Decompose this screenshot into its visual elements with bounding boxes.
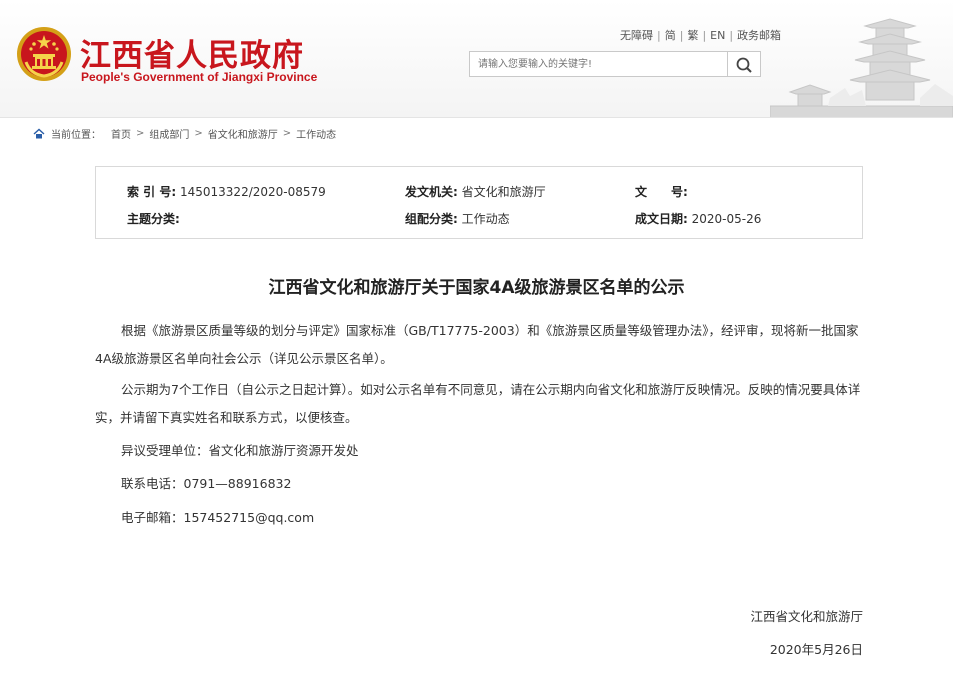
topic-category: 主题分类:: [127, 210, 180, 227]
breadcrumb-departments[interactable]: 组成部门: [149, 126, 189, 141]
national-emblem-icon[interactable]: [16, 26, 72, 82]
signature-date: 2020年5月26日: [769, 642, 863, 657]
contact-email: 电子邮箱：157452715@qq.com: [121, 510, 315, 525]
breadcrumb: 当前位置： 首页 > 组成部门 > 省文化和旅游厅 > 工作动态: [33, 126, 336, 141]
article-paragraph-2: 公示期为7个工作日（自公示之日起计算）。如对公示名单有不同意见，请在公示期内向省…: [95, 382, 861, 425]
index-number: 索 引 号: 145013322/2020-08579: [127, 183, 326, 200]
breadcrumb-home[interactable]: 首页: [111, 126, 131, 141]
topic-category-key: 主题分类:: [127, 212, 180, 226]
document-date: 成文日期: 2020-05-26: [635, 210, 761, 227]
issuing-authority-value: 省文化和旅游厅: [461, 185, 546, 199]
search-icon: [736, 57, 752, 73]
article-paragraph-1: 根据《旅游景区质量等级的划分与评定》国家标准（GB/T17775-2003）和《…: [95, 323, 859, 366]
signature-organization: 江西省文化和旅游厅: [750, 609, 863, 624]
objection-unit: 异议受理单位：省文化和旅游厅资源开发处: [121, 443, 359, 458]
group-category-value: 工作动态: [461, 212, 510, 226]
group-category-key: 组配分类:: [405, 212, 458, 226]
document-date-value: 2020-05-26: [691, 212, 762, 226]
breadcrumb-separator: >: [282, 128, 292, 139]
breadcrumb-label: 当前位置：: [51, 130, 101, 141]
contact-phone: 联系电话：0791—88916832: [121, 476, 292, 491]
search-button[interactable]: [728, 51, 761, 77]
breadcrumb-work-news[interactable]: 工作动态: [296, 126, 336, 141]
traditional-chinese-link[interactable]: 繁: [687, 29, 698, 42]
site-header: 江西省人民政府 People's Government of Jiangxi P…: [0, 0, 953, 118]
search-input[interactable]: [469, 51, 728, 77]
breadcrumb-culture-tourism[interactable]: 省文化和旅游厅: [208, 126, 278, 141]
group-category: 组配分类: 工作动态: [405, 210, 510, 227]
site-title[interactable]: 江西省人民政府: [80, 30, 304, 75]
document-number: 文 号:: [635, 183, 688, 200]
breadcrumb-separator: >: [136, 128, 145, 139]
document-date-key: 成文日期:: [635, 212, 688, 226]
simplified-chinese-link[interactable]: 简: [665, 29, 676, 42]
english-link[interactable]: EN: [710, 29, 725, 42]
document-info-box: 索 引 号: 145013322/2020-08579 发文机关: 省文化和旅游…: [95, 166, 863, 239]
issuing-authority-key: 发文机关:: [405, 185, 458, 199]
pavilion-illustration: [770, 18, 953, 117]
breadcrumb-separator: >: [194, 128, 203, 139]
issuing-authority: 发文机关: 省文化和旅游厅: [405, 183, 546, 200]
index-number-value: 145013322/2020-08579: [179, 185, 326, 199]
home-icon: [33, 128, 45, 138]
top-links: 无障碍 | 简 | 繁 | EN | 政务邮箱: [620, 29, 782, 42]
accessibility-link[interactable]: 无障碍: [620, 29, 653, 42]
index-number-key: 索 引 号:: [127, 185, 177, 199]
article-title: 江西省文化和旅游厅关于国家4A级旅游景区名单的公示: [268, 278, 685, 298]
site-subtitle: People's Government of Jiangxi Province: [81, 70, 318, 84]
document-number-key: 文 号:: [635, 185, 688, 199]
